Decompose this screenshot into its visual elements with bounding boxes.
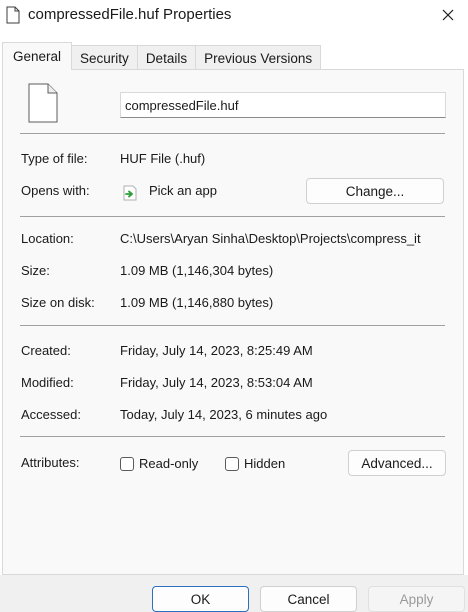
read-only-label: Read-only: [139, 456, 199, 471]
cancel-button[interactable]: Cancel: [260, 586, 357, 612]
location-value: C:\Users\Aryan Sinha\Desktop\Projects\co…: [120, 231, 421, 246]
tab-details[interactable]: Details: [136, 45, 197, 70]
change-button[interactable]: Change...: [306, 178, 444, 204]
tab-general[interactable]: General: [2, 42, 73, 70]
location-label: Location:: [21, 231, 74, 246]
modified-label: Modified:: [21, 375, 74, 390]
created-value: Friday, July 14, 2023, 8:25:49 AM: [120, 343, 313, 358]
type-of-file-value: HUF File (.huf): [120, 151, 206, 166]
opens-with-value: Pick an app: [149, 183, 217, 198]
general-panel: Type of file: HUF File (.huf) Opens with…: [2, 69, 464, 575]
accessed-value: Today, July 14, 2023, 6 minutes ago: [120, 407, 328, 422]
properties-dialog: compressedFile.huf Properties General Se…: [0, 0, 468, 612]
hidden-label: Hidden: [244, 456, 286, 471]
dialog-footer: OK Cancel Apply: [0, 575, 468, 612]
title-bar: compressedFile.huf Properties: [0, 0, 468, 34]
tab-strip: General Security Details Previous Versio…: [2, 42, 322, 70]
divider: [20, 216, 445, 217]
size-on-disk-value: 1.09 MB (1,146,880 bytes): [120, 295, 274, 310]
opens-with-label: Opens with:: [21, 183, 90, 198]
file-name-field[interactable]: [120, 92, 446, 118]
hidden-checkbox-box[interactable]: [225, 456, 239, 471]
file-icon: [28, 83, 58, 123]
pick-app-icon: [123, 185, 137, 201]
apply-button[interactable]: Apply: [368, 586, 465, 612]
file-icon: [6, 6, 20, 24]
created-label: Created:: [21, 343, 71, 358]
accessed-label: Accessed:: [21, 407, 81, 422]
ok-button[interactable]: OK: [152, 586, 249, 612]
tab-security[interactable]: Security: [71, 45, 138, 70]
read-only-checkbox-box[interactable]: [120, 456, 134, 471]
size-label: Size:: [21, 263, 50, 278]
size-on-disk-label: Size on disk:: [21, 295, 95, 310]
close-button[interactable]: [428, 0, 468, 30]
modified-value: Friday, July 14, 2023, 8:53:04 AM: [120, 375, 313, 390]
window-title: compressedFile.huf Properties: [28, 6, 232, 23]
advanced-button[interactable]: Advanced...: [348, 450, 446, 476]
divider: [20, 133, 445, 134]
read-only-checkbox[interactable]: Read-only: [120, 456, 198, 471]
type-of-file-label: Type of file:: [21, 151, 88, 166]
close-icon: [442, 9, 454, 21]
size-value: 1.09 MB (1,146,304 bytes): [120, 263, 274, 278]
hidden-checkbox[interactable]: Hidden: [225, 456, 285, 471]
attributes-label: Attributes:: [21, 455, 80, 470]
divider: [20, 325, 445, 326]
tab-previous-versions[interactable]: Previous Versions: [195, 45, 322, 70]
divider: [20, 436, 445, 437]
